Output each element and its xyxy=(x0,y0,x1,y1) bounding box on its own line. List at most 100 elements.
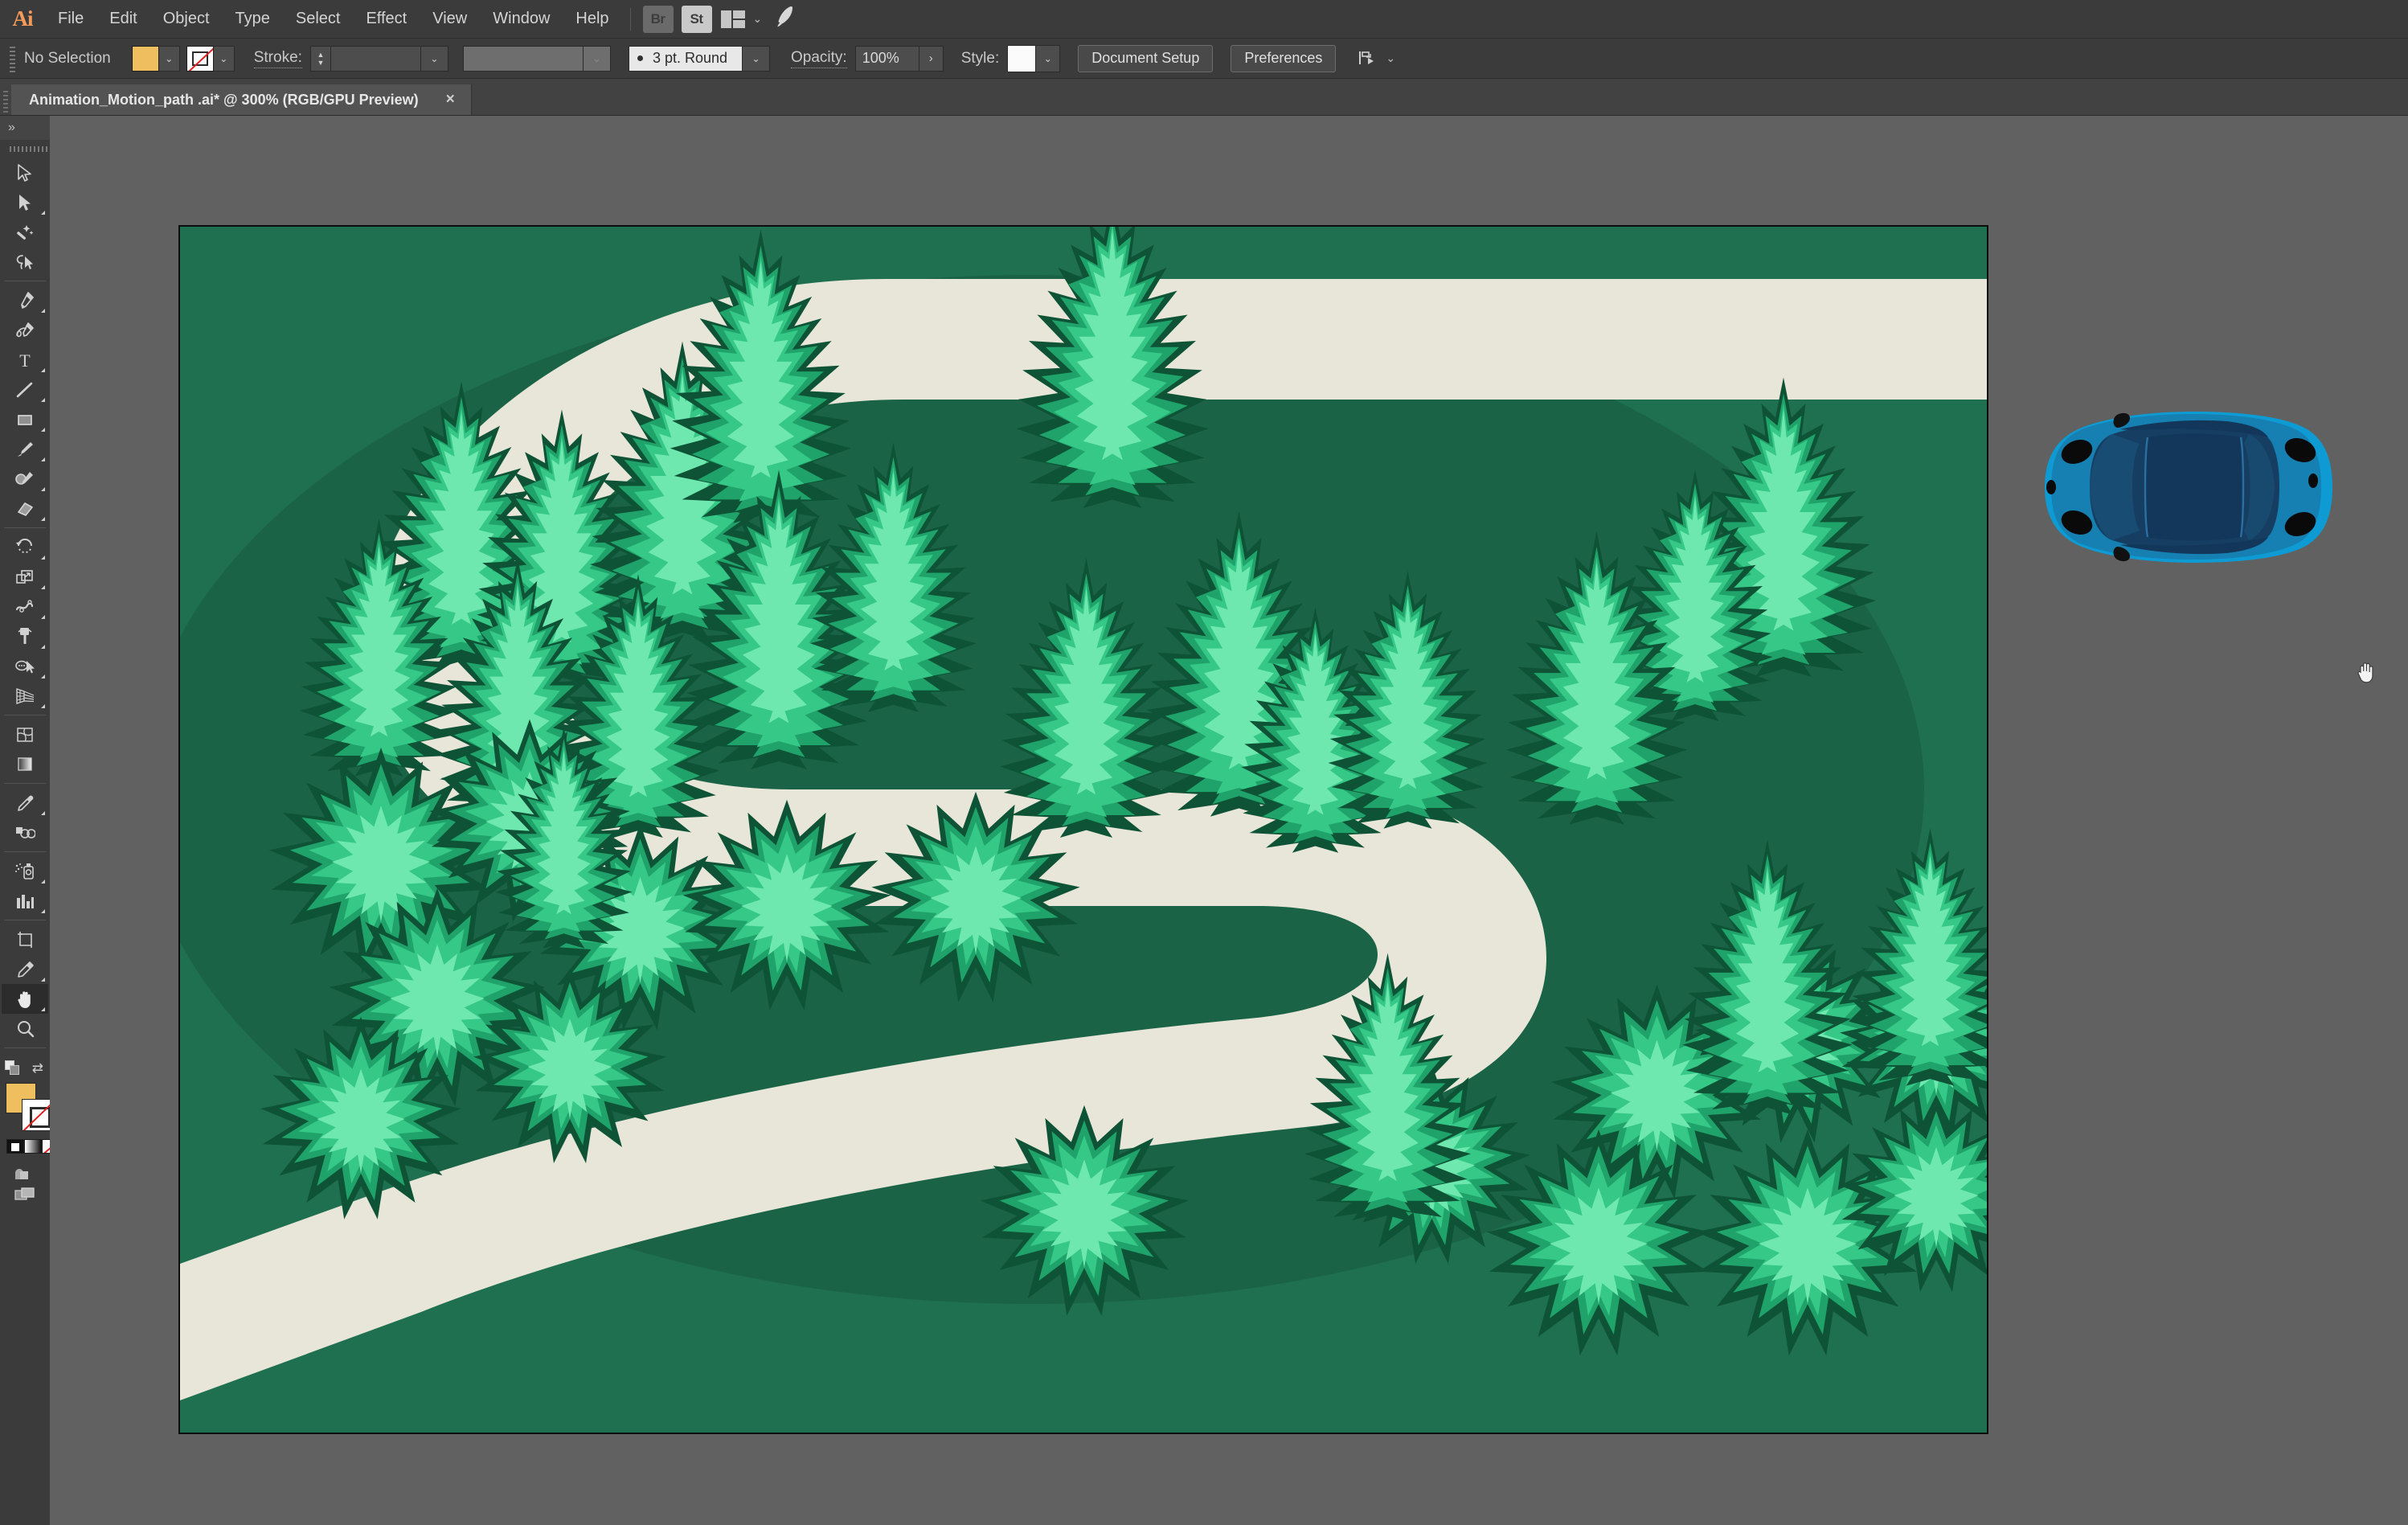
menu-file[interactable]: File xyxy=(45,0,96,39)
artboard[interactable] xyxy=(178,225,1988,1434)
tool-flyout-indicator-icon xyxy=(41,428,45,432)
brush-definition-chevron-icon[interactable]: ⌄ xyxy=(743,45,771,72)
artboard-content xyxy=(180,227,1987,1433)
preferences-button[interactable]: Preferences xyxy=(1231,44,1337,72)
symbol-sprayer-tool[interactable] xyxy=(2,856,48,886)
stroke-dropdown-chevron-icon[interactable]: ⌄ xyxy=(213,45,235,72)
close-icon[interactable]: × xyxy=(446,91,455,109)
eyedropper-tool[interactable] xyxy=(2,788,48,818)
type-tool[interactable]: T xyxy=(2,345,48,375)
style-label: Style: xyxy=(960,49,1000,67)
control-bar-grip[interactable] xyxy=(6,44,19,72)
paintbrush-tool[interactable] xyxy=(2,434,48,464)
svg-text:T: T xyxy=(19,351,31,370)
menu-help[interactable]: Help xyxy=(563,0,621,39)
width-tool[interactable] xyxy=(2,592,48,621)
stroke-weight-label: Stroke: xyxy=(253,49,302,68)
perspective-grid-tool[interactable] xyxy=(2,681,48,711)
rocket-icon[interactable] xyxy=(772,2,800,35)
change-screen-mode-icon[interactable] xyxy=(2,1179,48,1209)
arrange-documents-button[interactable]: ⌄ xyxy=(720,10,762,28)
app-logo-icon: Ai xyxy=(12,6,34,31)
menu-window[interactable]: Window xyxy=(480,0,563,39)
eraser-tool[interactable] xyxy=(2,494,48,523)
stroke-color-swatch[interactable] xyxy=(186,45,214,72)
lasso-tool[interactable] xyxy=(2,247,48,277)
fill-swatch-group[interactable]: ⌄ xyxy=(131,45,180,72)
direct-selection-tool[interactable] xyxy=(2,187,48,217)
zoom-tool[interactable] xyxy=(2,1014,48,1043)
color-mode-icon[interactable] xyxy=(6,1139,24,1154)
artboard-tool[interactable] xyxy=(2,924,48,954)
car-door-handle xyxy=(2308,473,2318,488)
document-tab[interactable]: Animation_Motion_path .ai* @ 300% (RGB/G… xyxy=(11,84,472,115)
column-graph-tool[interactable] xyxy=(2,886,48,916)
tool-flyout-indicator-icon xyxy=(41,555,45,560)
pen-tool[interactable] xyxy=(2,285,48,315)
tool-flyout-indicator-icon xyxy=(41,704,45,708)
default-fill-stroke-icon[interactable] xyxy=(5,1060,21,1076)
fill-dropdown-chevron-icon[interactable]: ⌄ xyxy=(158,45,180,72)
brush-definition-dropdown[interactable]: 3 pt. Round xyxy=(628,45,743,72)
tool-flyout-indicator-icon xyxy=(41,909,45,913)
mesh-tool[interactable] xyxy=(2,719,48,749)
stroke-color-indicator[interactable] xyxy=(22,1099,54,1131)
fill-color-swatch[interactable] xyxy=(131,45,159,72)
adobe-stock-icon[interactable]: St xyxy=(681,5,712,33)
document-canvas[interactable] xyxy=(50,116,2408,1525)
blend-tool[interactable] xyxy=(2,818,48,847)
magic-wand-tool[interactable] xyxy=(2,217,48,247)
menu-type[interactable]: Type xyxy=(223,0,283,39)
rectangle-tool[interactable] xyxy=(2,404,48,434)
tool-flyout-indicator-icon xyxy=(41,1007,45,1011)
tool-flyout-indicator-icon xyxy=(41,879,45,883)
variable-width-profile-input[interactable] xyxy=(462,45,584,72)
menu-edit[interactable]: Edit xyxy=(96,0,149,39)
slice-tool[interactable] xyxy=(2,954,48,984)
chevron-down-icon[interactable]: ⌄ xyxy=(1386,51,1395,65)
menu-select[interactable]: Select xyxy=(283,0,354,39)
tab-bar-grip[interactable] xyxy=(0,78,11,115)
selection-tool[interactable] xyxy=(2,158,48,187)
document-setup-button[interactable]: Document Setup xyxy=(1078,44,1214,72)
bridge-icon[interactable]: Br xyxy=(642,5,674,33)
tool-divider xyxy=(4,527,46,528)
collapse-panel-button[interactable]: » xyxy=(0,116,50,140)
menubar-divider xyxy=(629,7,631,31)
rotate-tool[interactable] xyxy=(2,532,48,562)
document-tab-title: Animation_Motion_path .ai* @ 300% (RGB/G… xyxy=(29,91,419,108)
stroke-weight-input[interactable] xyxy=(330,45,421,72)
swap-fill-stroke-icon[interactable]: ⇄ xyxy=(32,1060,43,1076)
scale-tool[interactable] xyxy=(2,562,48,592)
graphic-style-chevron-icon[interactable]: ⌄ xyxy=(1036,44,1061,72)
shaper-tool[interactable] xyxy=(2,464,48,494)
menu-view[interactable]: View xyxy=(420,0,480,39)
gradient-tool[interactable] xyxy=(2,749,48,779)
menu-effect[interactable]: Effect xyxy=(353,0,420,39)
opacity-input[interactable]: 100% xyxy=(854,45,919,72)
tool-divider xyxy=(4,783,46,784)
tool-flyout-indicator-icon xyxy=(41,978,45,982)
stroke-weight-stepper[interactable]: ▲ ▼ xyxy=(309,45,331,72)
graphic-style-swatch[interactable] xyxy=(1007,44,1037,72)
document-tab-bar: Animation_Motion_path .ai* @ 300% (RGB/G… xyxy=(0,78,2408,116)
curvature-tool[interactable] xyxy=(2,315,48,345)
car-roof-panel xyxy=(2145,433,2243,541)
tool-flyout-indicator-icon xyxy=(41,645,45,649)
line-segment-tool[interactable] xyxy=(2,375,48,404)
opacity-flyout-icon[interactable]: › xyxy=(919,45,944,72)
blue-car-top-view[interactable] xyxy=(2033,410,2334,564)
menu-object[interactable]: Object xyxy=(150,0,223,39)
free-transform-tool[interactable] xyxy=(2,621,48,651)
gradient-mode-icon[interactable] xyxy=(24,1139,42,1154)
align-to-selection-button[interactable]: ⌄ xyxy=(1357,48,1395,69)
tool-list: T ⇄ xyxy=(0,158,59,1209)
hand-tool[interactable] xyxy=(2,984,48,1014)
stroke-weight-chevron-icon[interactable]: ⌄ xyxy=(420,45,448,72)
tool-divider xyxy=(4,1047,46,1048)
stroke-swatch-group[interactable]: ⌄ xyxy=(186,45,235,72)
tools-panel-grip[interactable] xyxy=(0,140,50,158)
align-to-selection-icon xyxy=(1359,51,1374,64)
shape-builder-tool[interactable] xyxy=(2,651,48,681)
variable-width-chevron-icon[interactable]: ⌄ xyxy=(583,45,611,72)
